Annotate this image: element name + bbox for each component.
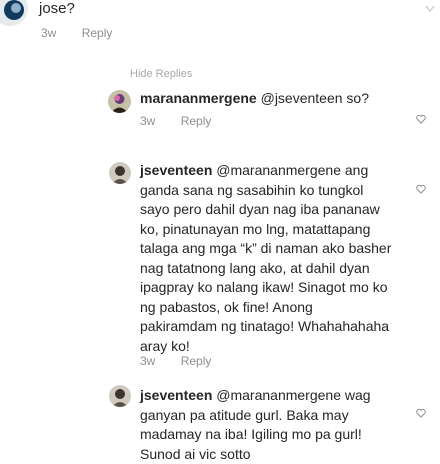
- meta-comment-2: 3w Reply: [140, 354, 211, 368]
- reply-button[interactable]: Reply: [82, 26, 113, 40]
- chevron-down-icon[interactable]: [425, 0, 435, 18]
- comment-username[interactable]: jseventeen: [140, 387, 212, 403]
- comment-3: jseventeen @marananmergene wag ganyan pa…: [140, 386, 392, 464]
- comment-time: 3w: [140, 114, 156, 128]
- avatar-marananmergene[interactable]: [108, 90, 131, 113]
- comment-username[interactable]: jseventeen: [140, 162, 212, 178]
- meta-top: 3w Reply: [41, 26, 112, 40]
- avatar-jseventeen[interactable]: [109, 385, 131, 407]
- comment-body: @jseventeen so?: [256, 90, 369, 106]
- comment-time: 3w: [140, 354, 156, 368]
- avatar-jseventeen[interactable]: [109, 162, 131, 184]
- hide-replies-button[interactable]: Hide Replies: [130, 68, 192, 80]
- comment-2: jseventeen @marananmergene ang ganda san…: [140, 161, 392, 356]
- comment-username[interactable]: marananmergene: [140, 90, 257, 106]
- hide-replies-label: Hide Replies: [130, 68, 193, 80]
- comment-time: 3w: [41, 26, 57, 40]
- heart-outline-icon[interactable]: [416, 184, 426, 194]
- heart-outline-icon[interactable]: [416, 408, 426, 418]
- reply-button[interactable]: Reply: [181, 114, 212, 128]
- comment-1: marananmergene @jseventeen so?: [140, 89, 390, 109]
- comment-text-top: jose?: [39, 0, 75, 17]
- meta-comment-1: 3w Reply: [140, 114, 211, 128]
- comment-body: @marananmergene ang ganda sana ng sasabi…: [140, 162, 392, 354]
- reply-button[interactable]: Reply: [181, 354, 212, 368]
- heart-outline-icon[interactable]: [416, 114, 426, 124]
- avatar-top[interactable]: [0, 0, 28, 26]
